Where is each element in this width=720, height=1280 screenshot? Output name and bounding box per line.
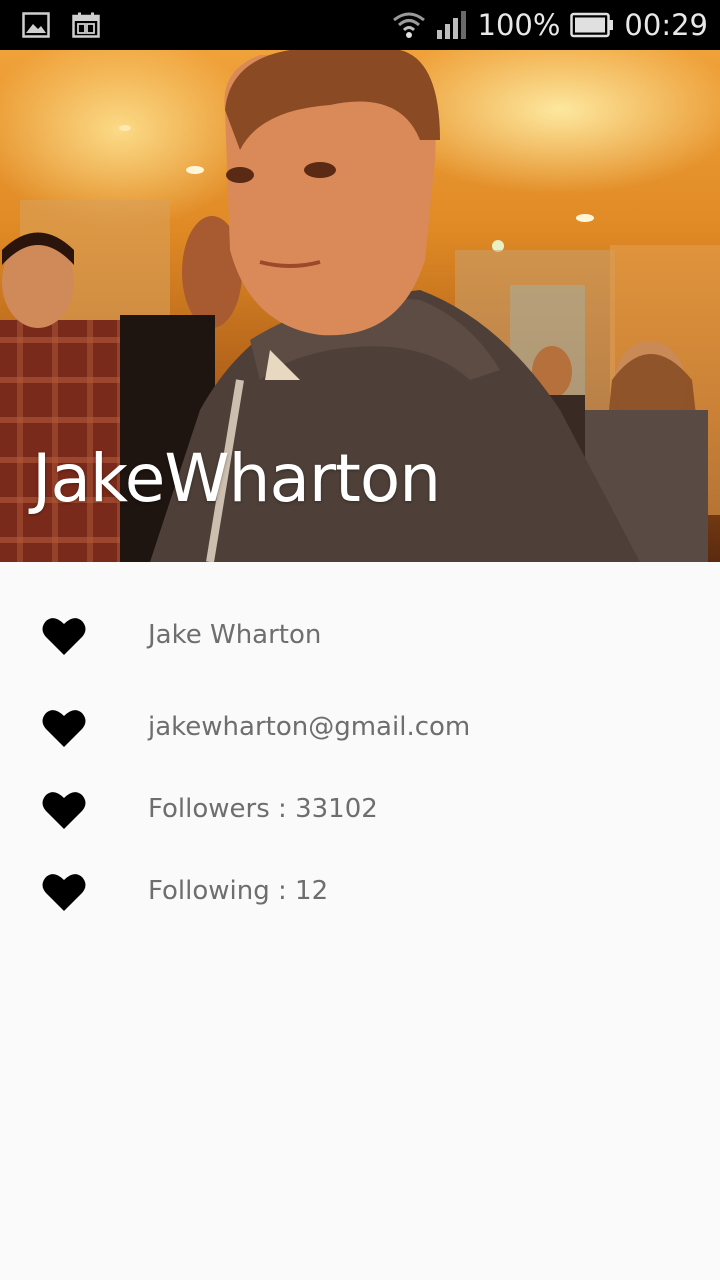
wifi-icon <box>392 10 426 40</box>
profile-header-image: JakeWharton <box>0 50 720 562</box>
heart-icon <box>42 708 86 748</box>
signal-icon <box>436 10 468 40</box>
heart-icon <box>42 872 86 912</box>
clock: 00:29 <box>624 8 708 42</box>
heart-icon <box>42 616 86 656</box>
detail-followers: Followers : 33102 <box>148 794 378 824</box>
image-icon <box>22 12 50 38</box>
detail-row-followers: Followers : 33102 <box>0 780 720 840</box>
detail-following: Following : 12 <box>148 876 329 906</box>
detail-row-email: jakewharton@gmail.com <box>0 698 720 758</box>
battery-icon <box>570 12 614 38</box>
detail-row-following: Following : 12 <box>0 862 720 922</box>
calendar-icon <box>72 12 100 38</box>
status-bar: 100% 00:29 <box>0 0 720 50</box>
detail-row-name: Jake Wharton <box>0 606 720 666</box>
battery-percent: 100% <box>477 8 561 42</box>
heart-icon <box>42 790 86 830</box>
profile-username-title: JakeWharton <box>32 440 441 517</box>
detail-full-name: Jake Wharton <box>148 620 322 650</box>
detail-email: jakewharton@gmail.com <box>148 712 471 742</box>
